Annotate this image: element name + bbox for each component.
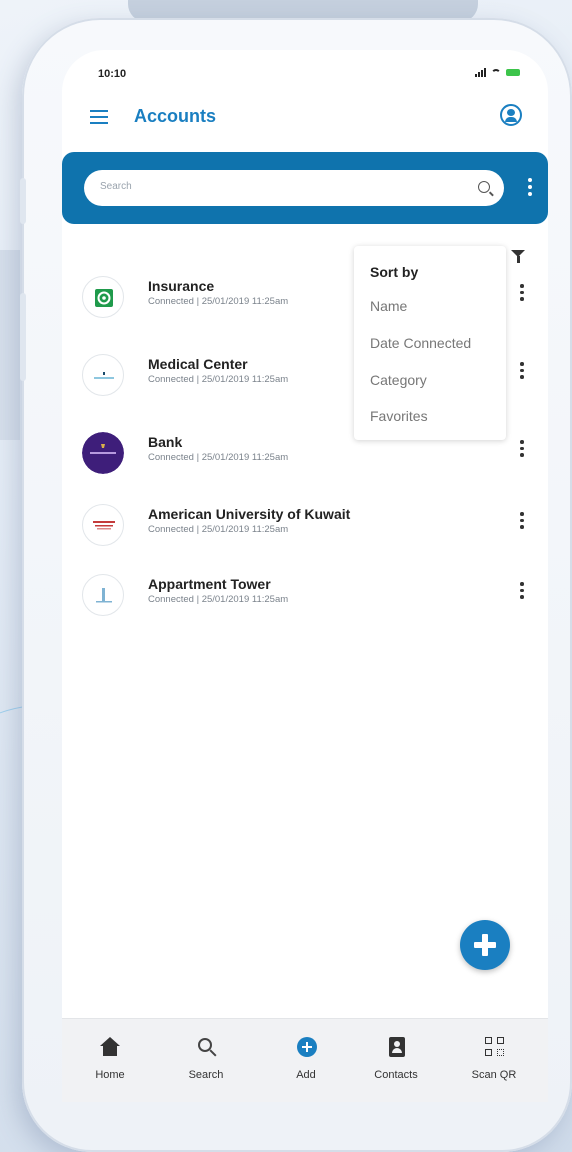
medical-center-logo [82,354,124,396]
account-name: Appartment Tower [148,576,271,592]
app-screen: 10:10 Accounts Search Insurance Connecte… [62,50,548,1102]
sort-option-name[interactable]: Name [370,298,407,314]
account-name: Medical Center [148,356,248,372]
sort-menu-title: Sort by [370,264,419,280]
contacts-icon [383,1037,409,1061]
account-meta: Connected | 25/01/2019 11:25am [148,452,289,463]
account-row[interactable]: Bank Connected | 25/01/2019 11:25am [62,432,548,492]
account-meta: Connected | 25/01/2019 11:25am [148,594,289,605]
nav-label: Add [296,1069,316,1081]
sort-option-favorites[interactable]: Favorites [370,408,428,424]
sort-option-category[interactable]: Category [370,372,427,388]
more-icon[interactable] [520,284,524,301]
account-meta: Connected | 25/01/2019 11:25am [148,374,289,385]
search-placeholder: Search [100,181,132,192]
nav-label: Scan QR [471,1069,517,1081]
bottom-nav: Home Search Add Contacts Scan QR [62,1018,548,1102]
phone-side-button [20,178,26,224]
add-circle-icon [293,1037,319,1061]
search-icon[interactable] [478,181,490,193]
nav-label: Search [188,1069,224,1081]
account-meta: Connected | 25/01/2019 11:25am [148,296,289,307]
phone-side-button [20,293,26,381]
search-input[interactable]: Search [84,170,504,206]
bank-logo [82,432,124,474]
account-row[interactable]: American University of Kuwait Connected … [62,504,548,564]
sort-menu: Sort by Name Date Connected Category Fav… [354,246,506,440]
filter-icon[interactable] [511,250,525,263]
nav-contacts[interactable]: Contacts [356,1037,436,1097]
apartment-tower-logo [82,574,124,616]
search-bar: Search [62,152,548,224]
sort-option-date-connected[interactable]: Date Connected [370,335,471,351]
nav-label: Contacts [374,1069,418,1081]
page-title: Accounts [134,106,217,126]
more-icon[interactable] [520,440,524,457]
more-icon[interactable] [520,512,524,529]
account-name: American University of Kuwait [148,506,351,522]
more-options-icon[interactable] [528,178,532,196]
search-icon [193,1037,219,1061]
insurance-logo [82,276,124,318]
more-icon[interactable] [520,582,524,599]
nav-add[interactable]: Add [266,1037,346,1097]
account-name: Insurance [148,278,215,294]
more-icon[interactable] [520,362,524,379]
battery-icon [506,69,520,76]
account-meta: Connected | 25/01/2019 11:25am [148,524,289,535]
status-icons [475,68,520,77]
status-time: 10:10 [98,68,127,80]
account-row[interactable]: Appartment Tower Connected | 25/01/2019 … [62,574,548,634]
qr-code-icon [481,1037,507,1061]
wifi-icon [491,68,501,77]
user-circle-icon[interactable] [500,104,522,126]
nav-label: Home [95,1069,125,1081]
account-name: Bank [148,434,183,450]
background-shape [0,250,20,440]
home-icon [97,1037,123,1061]
add-account-button[interactable] [460,920,510,970]
app-bar: Accounts [62,102,548,142]
nav-search[interactable]: Search [166,1037,246,1097]
nav-scan-qr[interactable]: Scan QR [454,1037,534,1097]
university-logo [82,504,124,546]
nav-home[interactable]: Home [70,1037,150,1097]
signal-icon [475,68,486,77]
hamburger-icon[interactable] [90,110,108,124]
